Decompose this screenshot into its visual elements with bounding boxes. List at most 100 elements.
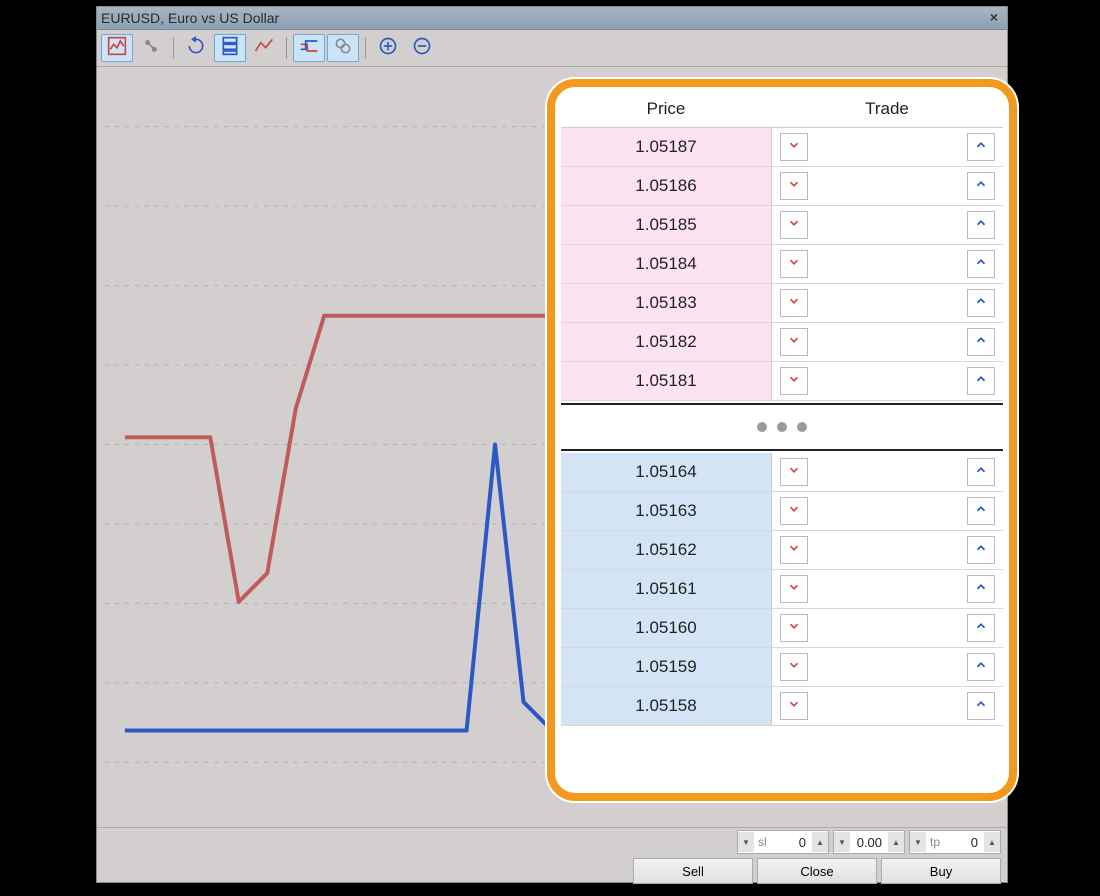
chevron-up-icon [974,138,988,157]
price-column-header: Price [561,99,771,119]
price-cell: 1.05158 [561,687,772,725]
chevron-down-icon [787,216,801,235]
price-cell: 1.05187 [561,128,772,166]
trade-cell [772,531,1003,569]
buy-at-price-button[interactable] [967,367,995,395]
tick-chart-button[interactable] [101,34,133,62]
chevron-up-icon [974,697,988,716]
buy-at-price-button[interactable] [967,289,995,317]
trade-cell [772,492,1003,530]
trade-cell [772,648,1003,686]
trade-cell [772,206,1003,244]
buy-at-price-button[interactable] [967,172,995,200]
sell-at-price-button[interactable] [780,289,808,317]
buy-at-price-button[interactable] [967,692,995,720]
chevron-down-icon [787,697,801,716]
spread-gap [561,403,1003,451]
chevron-up-icon[interactable]: ▲ [984,832,1000,852]
circle-tool-button[interactable] [327,34,359,62]
price-cell: 1.05182 [561,323,772,361]
price-cell: 1.05163 [561,492,772,530]
buy-at-price-button[interactable] [967,328,995,356]
buy-at-price-button[interactable] [967,536,995,564]
volume-spinner[interactable]: ▼ 0.00 ▲ [833,830,905,854]
chevron-down-icon [787,177,801,196]
trade-cell [772,284,1003,322]
buy-at-price-button[interactable] [967,614,995,642]
sell-at-price-button[interactable] [780,328,808,356]
price-cell: 1.05160 [561,609,772,647]
sell-at-price-button[interactable] [780,367,808,395]
trade-column-header: Trade [771,99,1003,119]
sell-at-price-button[interactable] [780,172,808,200]
buy-button[interactable]: Buy [881,858,1001,884]
zoom-out-button[interactable] [406,34,438,62]
refresh-tool-button[interactable] [180,34,212,62]
dom-header: Price Trade [561,91,1003,128]
trade-cell [772,245,1003,283]
dot-icon [757,422,767,432]
dom-row-bid: 1.05159 [561,648,1003,687]
volume-value: 0.00 [850,835,888,850]
buy-at-price-button[interactable] [967,458,995,486]
price-cell: 1.05183 [561,284,772,322]
toolbar-separator [286,37,287,59]
chevron-up-icon [974,372,988,391]
chevron-down-icon[interactable]: ▼ [738,832,754,852]
dom-row-ask: 1.05185 [561,206,1003,245]
chevron-up-icon [974,255,988,274]
tick-chart-icon [107,36,127,61]
spinner-row: ▼ sl 0 ▲ ▼ 0.00 ▲ ▼ tp 0 ▲ [97,828,1007,856]
chevron-up-icon [974,333,988,352]
sell-at-price-button[interactable] [780,575,808,603]
chevron-up-icon[interactable]: ▲ [888,832,904,852]
tp-spinner[interactable]: ▼ tp 0 ▲ [909,830,1001,854]
sell-at-price-button[interactable] [780,250,808,278]
depth-tool-button[interactable] [214,34,246,62]
dot-icon [797,422,807,432]
chevron-down-icon[interactable]: ▼ [910,832,926,852]
dom-panel: Price Trade 1.051871.051861.051851.05184… [547,79,1017,801]
line-tool-button[interactable] [293,34,325,62]
symbol-tool-icon [141,36,161,61]
dom-row-ask: 1.05186 [561,167,1003,206]
dom-row-ask: 1.05181 [561,362,1003,401]
refresh-tool-icon [186,36,206,61]
sell-at-price-button[interactable] [780,211,808,239]
sl-spinner[interactable]: ▼ sl 0 ▲ [737,830,829,854]
trade-cell [772,128,1003,166]
chevron-down-icon [787,502,801,521]
price-cell: 1.05162 [561,531,772,569]
buy-at-price-button[interactable] [967,133,995,161]
chevron-down-icon [787,255,801,274]
sell-at-price-button[interactable] [780,133,808,161]
buy-at-price-button[interactable] [967,250,995,278]
buy-at-price-button[interactable] [967,497,995,525]
chevron-up-icon [974,216,988,235]
sell-at-price-button[interactable] [780,653,808,681]
chevron-down-icon [787,333,801,352]
sell-at-price-button[interactable] [780,536,808,564]
indicator-tool-button[interactable] [248,34,280,62]
buy-at-price-button[interactable] [967,211,995,239]
buy-at-price-button[interactable] [967,653,995,681]
symbol-tool-button[interactable] [135,34,167,62]
sell-at-price-button[interactable] [780,692,808,720]
sell-at-price-button[interactable] [780,458,808,486]
chevron-down-icon[interactable]: ▼ [834,832,850,852]
chevron-down-icon [787,619,801,638]
trade-cell [772,323,1003,361]
zoom-in-button[interactable] [372,34,404,62]
indicator-tool-icon [254,36,274,61]
toolbar [97,30,1007,67]
sell-at-price-button[interactable] [780,614,808,642]
dom-row-bid: 1.05163 [561,492,1003,531]
trade-cell [772,687,1003,725]
chevron-up-icon[interactable]: ▲ [812,832,828,852]
close-icon[interactable]: × [985,10,1003,26]
sell-at-price-button[interactable] [780,497,808,525]
buy-at-price-button[interactable] [967,575,995,603]
close-button[interactable]: Close [757,858,877,884]
price-cell: 1.05181 [561,362,772,400]
sell-button[interactable]: Sell [633,858,753,884]
